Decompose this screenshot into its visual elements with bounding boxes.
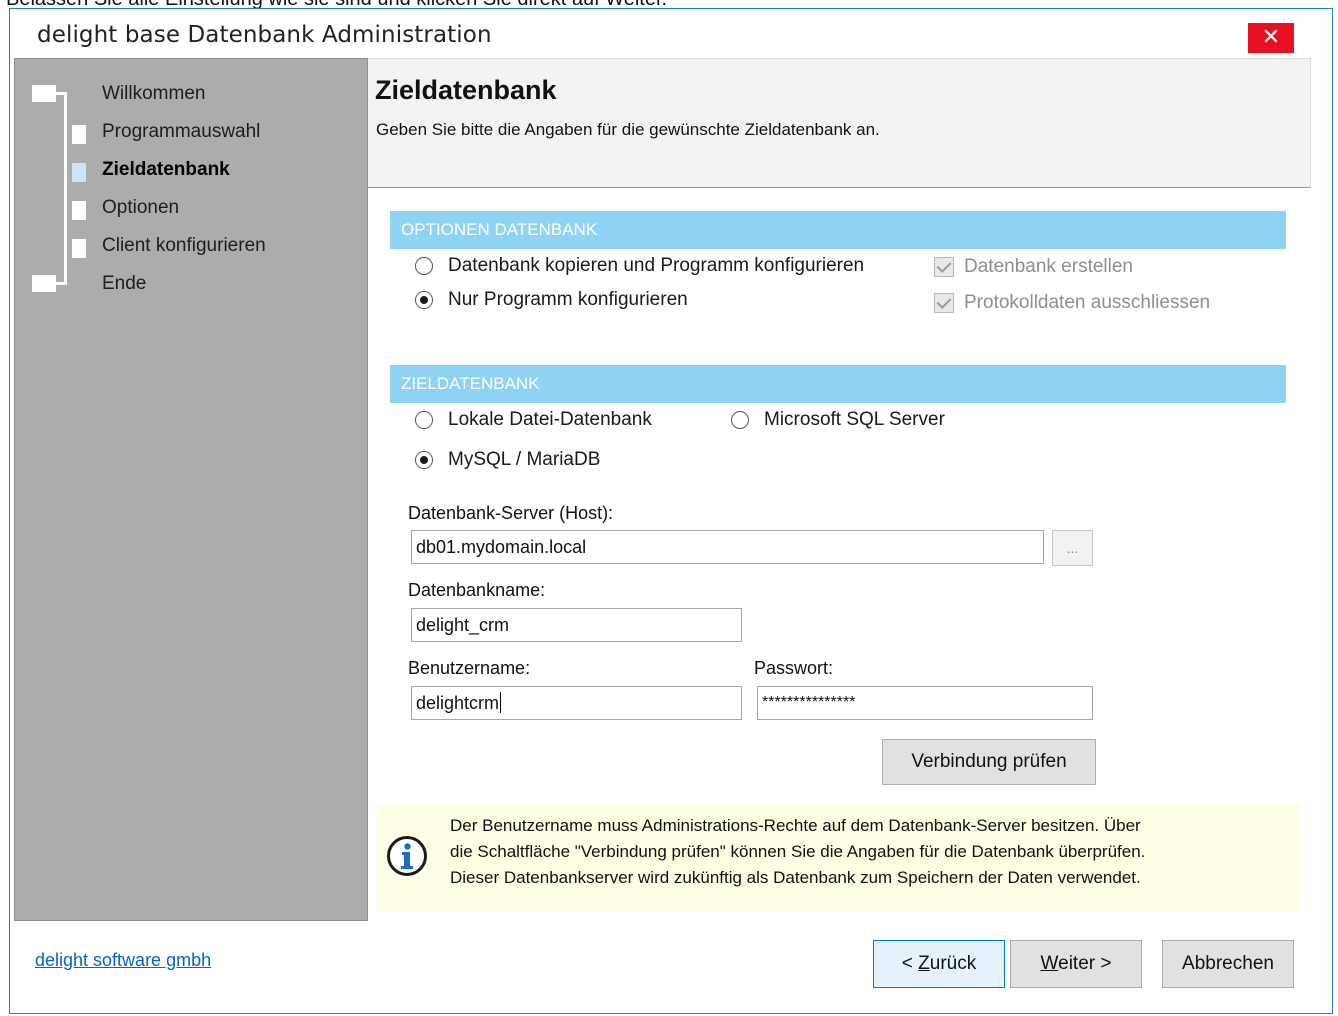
host-value: db01.mydomain.local bbox=[416, 537, 587, 557]
password-input[interactable]: *************** bbox=[757, 686, 1093, 720]
section-header-target: ZIELDATENBANK bbox=[390, 365, 1286, 403]
step-marker-optionen bbox=[72, 201, 86, 220]
info-line: Dieser Datenbankserver wird zukünftig al… bbox=[450, 868, 1141, 887]
checkbox-label: Datenbank erstellen bbox=[964, 256, 1133, 277]
next-button[interactable]: Weiter > bbox=[1010, 940, 1142, 988]
step-zieldatenbank: Zieldatenbank bbox=[102, 159, 230, 180]
cancel-button[interactable]: Abbrechen bbox=[1162, 940, 1294, 988]
wizard-steps-panel: Willkommen Programmauswahl Zieldatenbank… bbox=[14, 58, 368, 921]
radio-only-configure[interactable]: Nur Programm konfigurieren bbox=[415, 289, 688, 311]
info-text: Der Benutzername muss Administrations-Re… bbox=[450, 813, 1145, 891]
step-marker-willkommen bbox=[32, 85, 56, 102]
info-line: die Schaltfläche "Verbindung prüfen" kön… bbox=[450, 842, 1146, 861]
info-box: Der Benutzername muss Administrations-Re… bbox=[377, 803, 1300, 912]
window-title: delight base Datenbank Administration bbox=[37, 22, 492, 48]
host-input[interactable]: db01.mydomain.local bbox=[411, 530, 1044, 564]
radio-button[interactable] bbox=[415, 257, 433, 275]
radio-button-selected[interactable] bbox=[415, 291, 433, 309]
next-accel: W bbox=[1040, 953, 1059, 974]
username-value: delightcrm bbox=[416, 693, 500, 713]
title-bar[interactable]: delight base Datenbank Administration ✕ bbox=[10, 9, 1332, 57]
checkbox-disabled bbox=[934, 257, 954, 277]
close-button[interactable]: ✕ bbox=[1248, 23, 1294, 53]
checkbox-label: Protokolldaten ausschliessen bbox=[964, 292, 1211, 313]
dbname-value: delight_crm bbox=[416, 615, 510, 635]
test-connection-label: Verbindung prüfen bbox=[911, 751, 1067, 772]
next-rest: eiter > bbox=[1058, 953, 1112, 974]
step-ende: Ende bbox=[102, 273, 147, 294]
step-marker-programmauswahl bbox=[72, 125, 86, 144]
close-icon: ✕ bbox=[1261, 25, 1281, 50]
cancel-label: Abbrechen bbox=[1182, 953, 1274, 974]
test-connection-button[interactable]: Verbindung prüfen bbox=[882, 739, 1096, 785]
radio-mssql[interactable]: Microsoft SQL Server bbox=[731, 409, 945, 431]
username-label: Benutzername: bbox=[408, 658, 531, 678]
step-marker-client bbox=[72, 239, 86, 258]
back-rest: urück bbox=[929, 953, 977, 974]
step-programmauswahl: Programmauswahl bbox=[102, 121, 261, 142]
back-prefix: < bbox=[901, 953, 919, 974]
password-value: *************** bbox=[762, 694, 856, 711]
browse-button[interactable]: ... bbox=[1052, 530, 1093, 566]
radio-button-selected[interactable] bbox=[415, 451, 433, 469]
company-link[interactable]: delight software gmbh bbox=[35, 950, 211, 971]
checkbox-disabled bbox=[934, 293, 954, 313]
username-input[interactable]: delightcrm bbox=[411, 686, 742, 720]
radio-label: Lokale Datei-Datenbank bbox=[448, 409, 652, 430]
info-line: Der Benutzername muss Administrations-Re… bbox=[450, 816, 1141, 835]
step-marker-ende bbox=[32, 275, 56, 292]
radio-label: Nur Programm konfigurieren bbox=[448, 289, 688, 310]
step-willkommen: Willkommen bbox=[102, 83, 206, 104]
step-marker-zieldatenbank bbox=[72, 163, 86, 182]
radio-label: Microsoft SQL Server bbox=[764, 409, 945, 430]
dbname-label: Datenbankname: bbox=[408, 580, 546, 600]
steps-connector bbox=[64, 94, 67, 284]
radio-copy-db[interactable]: Datenbank kopieren und Programm konfigur… bbox=[415, 255, 864, 277]
radio-button[interactable] bbox=[415, 411, 433, 429]
radio-mysql[interactable]: MySQL / MariaDB bbox=[415, 449, 600, 471]
host-label: Datenbank-Server (Host): bbox=[408, 503, 614, 523]
step-optionen: Optionen bbox=[102, 197, 180, 218]
page-header: Zieldatenbank Geben Sie bitte die Angabe… bbox=[368, 58, 1311, 188]
radio-local-file-db[interactable]: Lokale Datei-Datenbank bbox=[415, 409, 652, 431]
back-accel: Z bbox=[918, 953, 930, 974]
section-header-options: OPTIONEN DATENBANK bbox=[390, 211, 1286, 249]
page-title: Zieldatenbank bbox=[375, 75, 557, 105]
radio-button[interactable] bbox=[731, 411, 749, 429]
page-subtitle: Geben Sie bitte die Angaben für die gewü… bbox=[376, 120, 880, 139]
radio-label: Datenbank kopieren und Programm konfigur… bbox=[448, 255, 865, 276]
back-button[interactable]: < Zurück bbox=[873, 940, 1005, 988]
dbname-input[interactable]: delight_crm bbox=[411, 608, 742, 642]
step-client-konfigurieren: Client konfigurieren bbox=[102, 235, 266, 256]
password-label: Passwort: bbox=[754, 658, 834, 678]
radio-label: MySQL / MariaDB bbox=[448, 449, 601, 470]
browse-label: ... bbox=[1066, 540, 1079, 556]
checkbox-create-db: Datenbank erstellen bbox=[934, 256, 1133, 278]
info-icon bbox=[387, 836, 427, 876]
checkbox-exclude-logs: Protokolldaten ausschliessen bbox=[934, 292, 1210, 314]
text-caret bbox=[500, 692, 502, 713]
